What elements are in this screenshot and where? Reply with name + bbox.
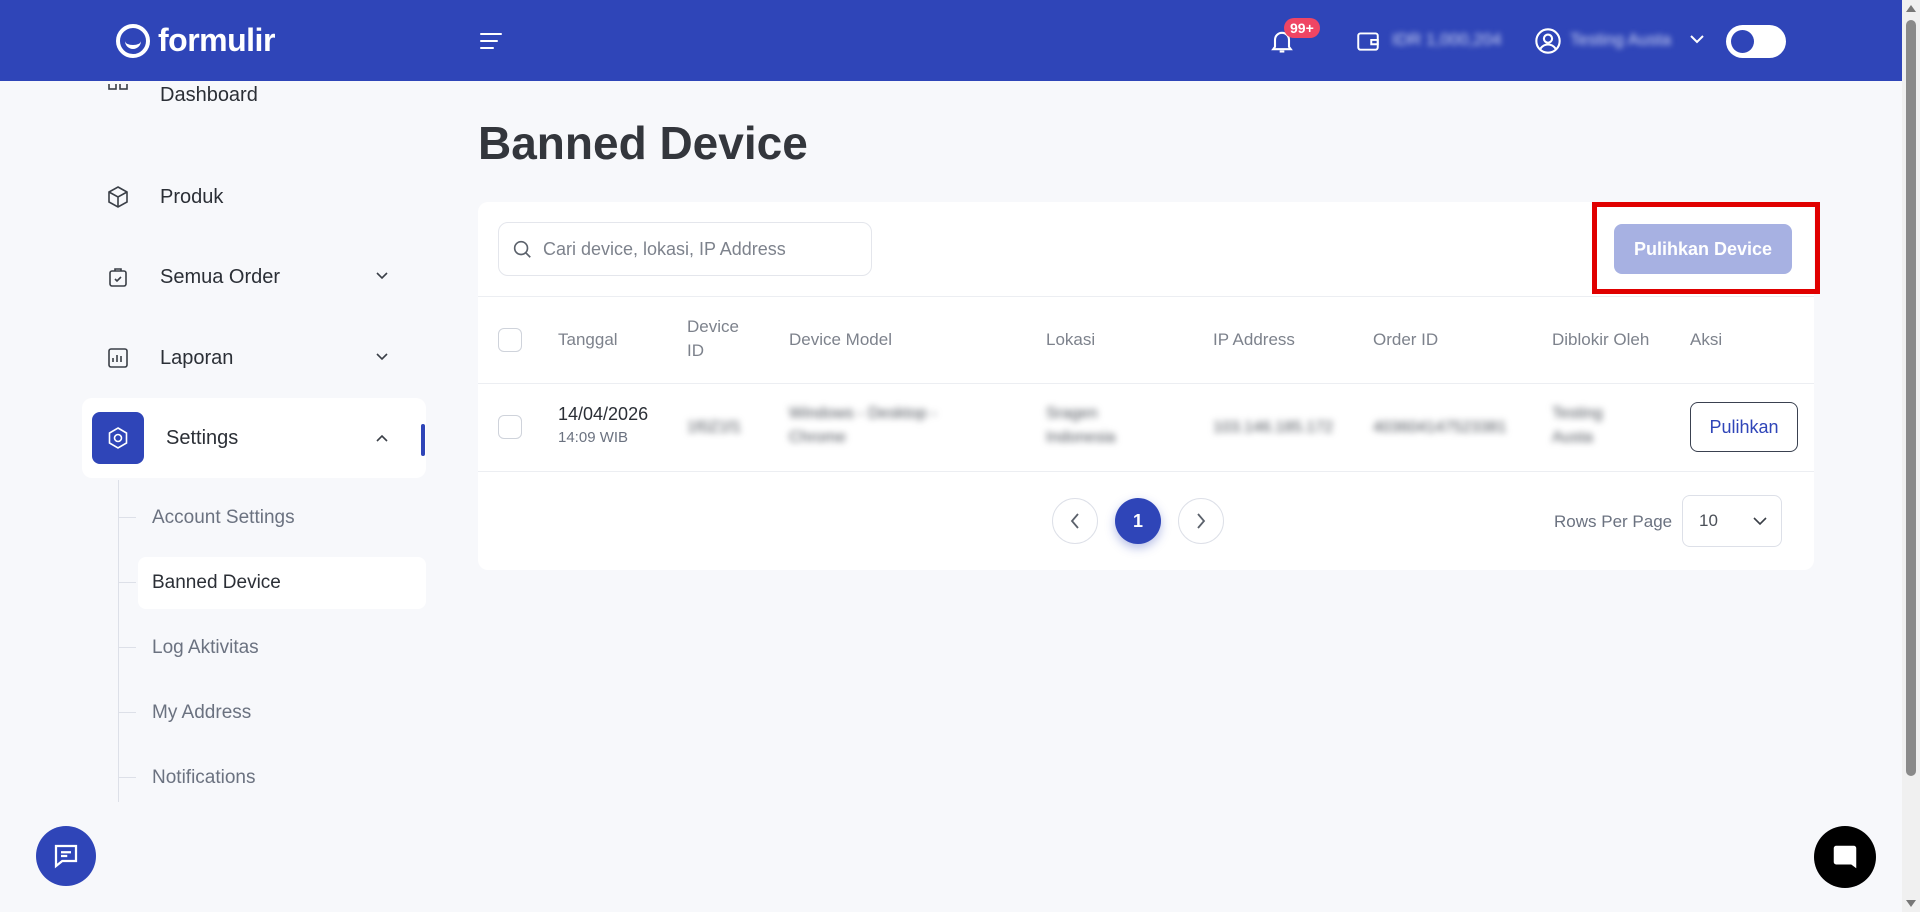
- feedback-chat-button[interactable]: [36, 826, 96, 886]
- sidebar-sub-label: Notifications: [152, 767, 256, 788]
- col-order-id[interactable]: Order ID: [1373, 328, 1438, 352]
- col-device-id-line1: Device: [687, 317, 739, 336]
- message-bubble-icon: [1833, 845, 1857, 869]
- sidebar-item-produk[interactable]: Produk: [82, 165, 426, 229]
- cell-ip-address: 103.146.185.172: [1213, 419, 1334, 436]
- notification-badge: 99+: [1284, 18, 1320, 38]
- user-avatar-icon[interactable]: [1534, 27, 1562, 55]
- sidebar-item-label: Laporan: [160, 346, 234, 369]
- page-1-button[interactable]: 1: [1115, 498, 1161, 544]
- row-checkbox[interactable]: [498, 415, 522, 439]
- live-chat-button[interactable]: [1814, 826, 1876, 888]
- cell-diblokir-oleh: Testing Austa: [1552, 402, 1603, 450]
- chevron-left-icon: [1070, 513, 1079, 529]
- sidebar-item-laporan[interactable]: Laporan: [82, 326, 426, 390]
- col-device-id-line2: ID: [687, 341, 704, 360]
- rows-per-page-select[interactable]: 10: [1682, 495, 1782, 547]
- sidebar-item-label: Dashboard: [160, 84, 258, 106]
- chevron-down-icon: [376, 353, 388, 361]
- wallet-icon[interactable]: [1354, 28, 1382, 54]
- cell-device-model: Windows - Desktop - Chrome: [789, 402, 937, 450]
- cell-time: 14:09 WIB: [558, 429, 629, 446]
- cell-location-line2: Indonesia: [1046, 429, 1116, 446]
- active-indicator: [421, 424, 425, 456]
- brand-logo[interactable]: formulir: [116, 22, 275, 59]
- select-all-checkbox[interactable]: [498, 328, 522, 352]
- chat-icon: [54, 844, 78, 869]
- scrollbar[interactable]: [1902, 0, 1920, 912]
- table-row: 14/04/2026 14:09 WIB 1f0Z1f1 Windows - D…: [478, 384, 1814, 472]
- restore-device-button[interactable]: Pulihkan Device: [1614, 224, 1792, 274]
- col-ip-address[interactable]: IP Address: [1213, 328, 1295, 352]
- sidebar-sub-my-address[interactable]: My Address: [118, 687, 426, 739]
- page-title: Banned Device: [478, 117, 808, 169]
- submenu-line: [118, 480, 119, 802]
- report-icon: [98, 338, 138, 378]
- user-name[interactable]: Testing Austa: [1570, 30, 1671, 50]
- scroll-thumb[interactable]: [1906, 20, 1916, 776]
- sidebar-item-dashboard[interactable]: Dashboard: [82, 84, 426, 118]
- sidebar-sub-label: Log Aktivitas: [152, 637, 259, 658]
- order-bag-icon: [98, 257, 138, 297]
- cell-device-model-line2: Chrome: [789, 429, 846, 446]
- search-icon: [513, 240, 531, 258]
- menu-toggle-icon[interactable]: [480, 33, 504, 51]
- sidebar-sub-label: My Address: [152, 702, 252, 723]
- scroll-down-arrow[interactable]: [1906, 900, 1916, 907]
- sidebar-item-label: Produk: [160, 185, 224, 208]
- cell-lokasi: Sragen Indonesia: [1046, 402, 1115, 450]
- search-box[interactable]: [498, 222, 872, 276]
- col-device-model[interactable]: Device Model: [789, 328, 892, 352]
- chevron-up-icon: [376, 434, 388, 442]
- rows-per-page-label: Rows Per Page: [1554, 512, 1673, 531]
- col-lokasi[interactable]: Lokasi: [1046, 328, 1095, 352]
- gear-icon: [92, 412, 144, 464]
- chevron-down-icon: [376, 272, 388, 280]
- cell-blocked-by-line1: Testing: [1552, 405, 1603, 422]
- balance-amount: IDR 1,000,204: [1392, 30, 1502, 49]
- sidebar-sub-notifications[interactable]: Notifications: [118, 752, 426, 804]
- sidebar-sub-log-aktivitas[interactable]: Log Aktivitas: [118, 622, 426, 674]
- cell-device-id: 1f0Z1f1: [687, 419, 742, 436]
- dashboard-icon: [98, 84, 138, 111]
- brand-name: formulir: [158, 22, 275, 58]
- search-input[interactable]: [543, 238, 843, 260]
- cell-location-line1: Sragen: [1046, 405, 1098, 422]
- cell-blocked-by-line2: Austa: [1552, 429, 1593, 446]
- chevron-down-icon[interactable]: [1690, 34, 1704, 44]
- cell-date: 14/04/2026: [558, 404, 649, 424]
- col-tanggal[interactable]: Tanggal: [558, 328, 618, 352]
- cell-tanggal: 14/04/2026 14:09 WIB: [558, 402, 648, 450]
- sidebar-sub-label: Banned Device: [152, 572, 281, 593]
- sidebar-sub-banned-device[interactable]: Banned Device: [118, 557, 426, 609]
- col-diblokir-oleh[interactable]: Diblokir Oleh: [1552, 328, 1649, 352]
- rows-per-page-value: 10: [1699, 511, 1718, 530]
- cell-order-id: 403604147523381: [1373, 419, 1507, 436]
- pulihkan-button[interactable]: Pulihkan: [1690, 402, 1798, 452]
- sidebar-item-semua-order[interactable]: Semua Order: [82, 245, 426, 309]
- sidebar-sub-account-settings[interactable]: Account Settings: [118, 492, 426, 544]
- scroll-up-arrow[interactable]: [1906, 5, 1916, 12]
- col-device-id[interactable]: Device ID: [687, 315, 739, 363]
- prev-page-button[interactable]: [1052, 498, 1098, 544]
- chevron-down-icon: [1753, 517, 1767, 526]
- table-header: Tanggal Device ID Device Model Lokasi IP…: [478, 296, 1814, 384]
- cell-device-model-line1: Windows - Desktop -: [789, 405, 937, 422]
- sidebar-item-settings[interactable]: Settings: [82, 398, 426, 478]
- sidebar-item-label: Semua Order: [160, 265, 281, 288]
- top-bar: formulir 99+ IDR 1,000,204 Testing Austa: [0, 0, 1902, 81]
- sidebar-item-label: Settings: [166, 426, 239, 449]
- box-icon: [98, 177, 138, 217]
- sidebar-sub-label: Account Settings: [152, 507, 295, 528]
- chevron-right-icon: [1197, 513, 1206, 529]
- banned-device-card: Pulihkan Device Tanggal Device ID Device…: [478, 202, 1814, 570]
- logo-icon: [116, 23, 150, 58]
- theme-toggle[interactable]: [1726, 25, 1786, 58]
- col-aksi: Aksi: [1690, 330, 1723, 349]
- next-page-button[interactable]: [1178, 498, 1224, 544]
